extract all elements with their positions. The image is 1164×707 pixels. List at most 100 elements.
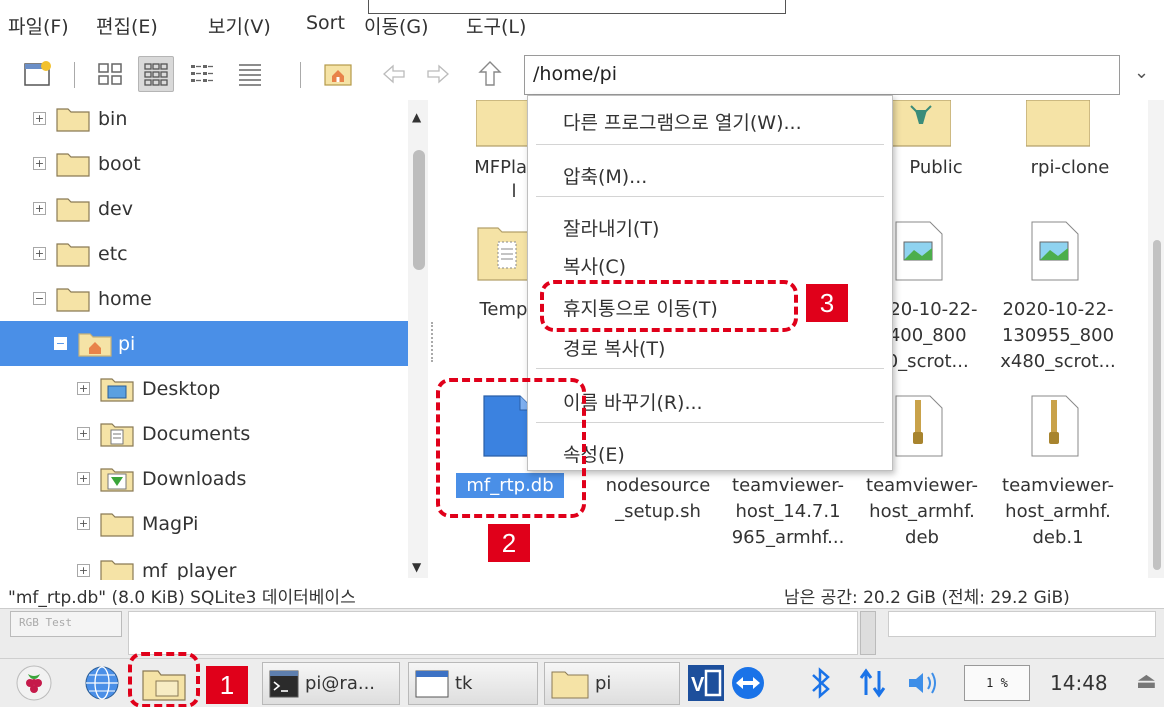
menu-open-with[interactable]: 다른 프로그램으로 열기(W)... [563,108,802,135]
taskbar-pi[interactable]: pi [544,662,680,705]
tree-item-downloads[interactable]: + Downloads [0,456,408,501]
collapse-icon[interactable]: − [33,292,46,305]
file-label-scrot-2[interactable]: 2020-10-22- [988,298,1128,322]
background-input[interactable] [888,611,1156,637]
tree-item-bin[interactable]: + bin [0,100,408,141]
tree-item-pi[interactable]: − pi [0,321,408,366]
tree-item-home[interactable]: − home [0,276,408,321]
public-folder-icon [891,100,951,147]
scroll-up-icon[interactable]: ▲ [412,110,421,124]
file-label-teamviewer-1[interactable]: teamviewer- [718,474,858,498]
new-window-icon [24,61,51,86]
status-selection-info: "mf_rtp.db" (8.0 KiB) SQLite3 데이터베이스 [8,588,356,608]
menu-sort[interactable]: Sort [306,12,345,34]
bluetooth-icon[interactable] [808,665,834,701]
file-label-teamviewer-2-l3: deb [905,527,939,548]
tree-item-magpi[interactable]: + MagPi [0,501,408,546]
raspberry-menu-icon[interactable] [16,665,52,701]
path-input[interactable]: /home/pi [524,55,1120,95]
icon-view-button[interactable] [92,56,128,92]
cpu-usage-monitor: 1 % [964,665,1030,701]
archive-file-icon [895,395,943,457]
compact-view-button[interactable] [184,56,220,92]
arrow-up-icon [478,61,502,86]
rgb-test-button[interactable]: RGB Test [10,611,122,637]
background-scrollbar[interactable] [860,611,876,655]
menu-copy-path[interactable]: 경로 복사(T) [563,334,665,361]
volume-icon[interactable] [906,667,942,699]
file-label-scrot-2-l3: x480_scrot... [1000,351,1116,372]
expand-icon[interactable]: + [77,517,90,530]
menu-go[interactable]: 이동(G) [364,12,429,39]
expand-icon[interactable]: + [33,157,46,170]
back-button[interactable] [376,56,412,92]
scroll-down-icon[interactable]: ▼ [412,560,421,574]
file-label-teamviewer-2[interactable]: teamviewer- [852,474,992,498]
menu-edit[interactable]: 편집(E) [96,12,158,39]
icon-view-scrollbar-thumb[interactable] [1153,240,1161,570]
vnc-icon[interactable]: V [688,665,724,701]
folder-icon [56,197,90,222]
up-button[interactable] [472,56,508,92]
file-label-teamviewer-3[interactable]: teamviewer- [988,474,1128,498]
pane-splitter[interactable] [428,100,436,578]
home-icon [324,64,352,86]
collapse-icon[interactable]: − [54,337,67,350]
folder-icon [100,559,134,580]
folder-icon [56,152,90,177]
compact-list-icon [191,65,213,82]
chevron-down-icon[interactable]: ⌄ [1134,62,1149,83]
tree-item-dev[interactable]: + dev [0,186,408,231]
teamviewer-icon[interactable] [730,665,766,701]
svg-text:V: V [691,674,705,696]
expand-icon[interactable]: + [33,202,46,215]
folder-icon [56,287,90,312]
web-browser-icon[interactable] [84,665,120,701]
terminal-icon [269,670,299,697]
network-icon[interactable] [858,665,888,701]
taskbar-tk[interactable]: tk [408,662,538,705]
expand-icon[interactable]: + [77,382,90,395]
expand-icon[interactable]: + [33,112,46,125]
tree-item-documents[interactable]: + Documents [0,411,408,456]
menu-tools[interactable]: 도구(L) [466,12,526,39]
expand-icon[interactable]: + [77,564,90,577]
tree-scrollbar-thumb[interactable] [413,150,425,270]
menu-cut[interactable]: 잘라내기(T) [563,214,659,241]
tree-item-boot[interactable]: + boot [0,141,408,186]
arrow-left-icon [383,64,405,84]
detail-view-button[interactable] [232,56,268,92]
window-title-frame [368,0,786,14]
tree-item-mf-player[interactable]: + mf_player [0,548,408,580]
file-label-nodesource[interactable]: nodesource [588,474,728,498]
tree-item-etc[interactable]: + etc [0,231,408,276]
menu-file[interactable]: 파일(F) [8,12,69,39]
expand-icon[interactable]: + [33,247,46,260]
file-label-teamviewer-1-l3: 965_armhf... [731,527,845,548]
clock: 14:48 [1050,671,1108,695]
folder-icon [1026,100,1090,147]
annotation-badge-3: 3 [806,284,848,322]
expand-icon[interactable]: + [77,427,90,440]
folder-icon [551,671,589,698]
menu-compress[interactable]: 압축(M)... [563,162,647,189]
thumbnail-view-button[interactable] [138,56,174,92]
new-tab-button[interactable] [20,56,56,92]
taskbar-terminal[interactable]: pi@ra... [262,662,400,705]
file-label-scrot-2-l2: 130955_800 [1001,325,1115,346]
file-label-teamviewer-3-l3: deb.1 [1032,527,1084,548]
desktop-folder-icon [100,377,134,402]
tree-item-desktop[interactable]: + Desktop [0,366,408,411]
archive-file-icon [1031,395,1079,457]
forward-button[interactable] [420,56,456,92]
menu-view[interactable]: 보기(V) [208,12,271,39]
annotation-box-1 [128,652,200,707]
menu-copy[interactable]: 복사(C) [563,252,626,279]
eject-icon[interactable]: ⏏ [1136,669,1157,694]
home-button[interactable] [320,56,356,92]
arrow-right-icon [427,64,449,84]
background-text-area[interactable] [128,611,858,655]
file-label-rpi-clone[interactable]: rpi-clone [1000,156,1140,180]
annotation-box-3 [540,280,798,332]
expand-icon[interactable]: + [77,472,90,485]
